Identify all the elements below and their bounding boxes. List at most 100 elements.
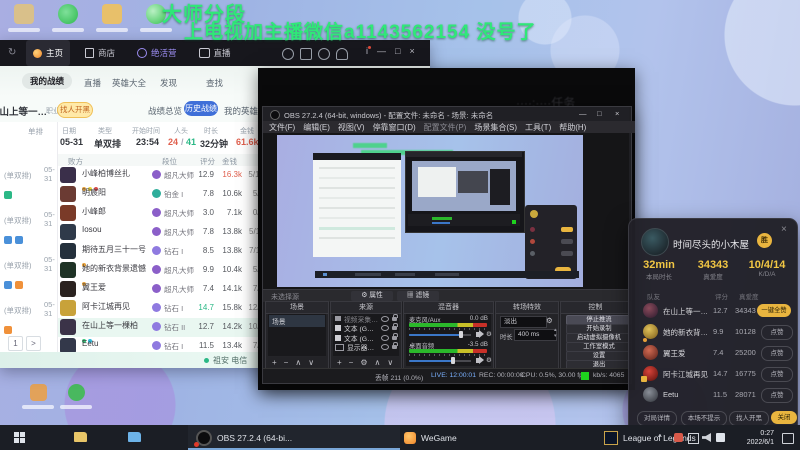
gear-icon[interactable]: ⚙ [486, 356, 492, 364]
lock-icon[interactable] [392, 332, 398, 340]
obs-titlebar[interactable]: OBS 27.2.4 (64-bit, windows) - 配置文件: 未命名… [263, 107, 629, 122]
obs-preview[interactable] [263, 133, 629, 289]
menu-edit[interactable]: 编辑(E) [303, 122, 330, 133]
page-number[interactable]: 1 [8, 336, 23, 351]
gear-icon[interactable]: ⚙ [546, 316, 553, 325]
refresh-icon[interactable]: ↻ [8, 47, 16, 58]
history-entry[interactable]: (单双排) 05-31 [4, 255, 55, 294]
desktop-shortcut[interactable] [50, 4, 86, 32]
panel-title[interactable]: 来源 [331, 302, 401, 314]
lock-icon[interactable] [392, 323, 398, 331]
find-team-button[interactable]: 找人开黑 [57, 102, 93, 118]
close-icon[interactable]: × [781, 224, 787, 235]
tab-home[interactable]: 主页 [26, 40, 71, 66]
menu-profile[interactable]: 配置文件(P) [424, 122, 467, 133]
folder-icon[interactable] [128, 432, 141, 442]
filters-button[interactable]: ▦ 滤镜 [397, 291, 439, 301]
visibility-icon[interactable] [381, 315, 389, 322]
spin-down-icon[interactable]: ▾ [554, 333, 557, 339]
slider-knob[interactable] [459, 331, 463, 338]
source-item[interactable]: 视频采集设备 [333, 313, 399, 324]
player-name[interactable]: 期待五月三十一号 [82, 244, 154, 255]
volume-slider[interactable] [409, 357, 471, 364]
menu-view[interactable]: 视图(V) [338, 122, 365, 133]
start-button[interactable] [14, 432, 25, 443]
overview-link[interactable]: 战绩总览 [148, 105, 182, 117]
visibility-icon[interactable] [381, 334, 389, 341]
player-name[interactable]: Eetu [82, 339, 154, 348]
lock-icon[interactable] [392, 342, 398, 350]
close-button[interactable]: × [409, 46, 414, 56]
taskbar-clock[interactable]: 0:27 2022/6/1 [730, 429, 774, 447]
move-up-icon[interactable]: ∧ [295, 358, 301, 367]
speaker-icon[interactable] [476, 356, 484, 364]
player-name[interactable]: 她的新衣背景遗憾 [82, 263, 154, 274]
subtab-my-matches[interactable]: 我的战绩 [22, 73, 72, 89]
headset-icon[interactable] [336, 48, 348, 60]
like-button[interactable]: 点赞 [761, 388, 793, 403]
menu-scene-collection[interactable]: 场景集合(S) [474, 122, 517, 133]
taskbar-app-obs[interactable]: OBS 27.2.4 (64-bi... [188, 425, 400, 450]
history-button[interactable]: 历史战绩 [184, 101, 218, 116]
taskbar-app-wegame[interactable]: WeGame [396, 425, 514, 450]
desktop-shortcut[interactable] [6, 4, 42, 32]
tab-live[interactable]: 直播 [192, 40, 238, 66]
minimize-button[interactable]: — [377, 46, 386, 56]
subtab-champions[interactable]: 英雄大全 [112, 77, 146, 89]
maximize-button[interactable]: □ [395, 46, 400, 56]
history-entry[interactable]: (单双排) 05-31 [4, 210, 55, 249]
action-center-icon[interactable] [782, 433, 794, 444]
download-icon[interactable] [300, 48, 312, 60]
match-details-button[interactable]: 对局详情 [637, 411, 677, 426]
maximize-button[interactable]: □ [597, 109, 602, 118]
remove-icon[interactable]: − [349, 358, 354, 367]
move-down-icon[interactable]: ∨ [387, 358, 393, 367]
find-team-button[interactable]: 找人开黑 [729, 411, 769, 426]
subtab-discover[interactable]: 发现 [160, 77, 177, 89]
like-all-button[interactable]: 一键全赞 [757, 304, 791, 317]
desktop-shortcut[interactable] [138, 4, 174, 32]
close-button[interactable]: × [615, 109, 619, 118]
gear-icon[interactable]: ⚙ [486, 330, 492, 338]
source-item[interactable]: 显示器采集 [333, 342, 399, 352]
duration-input[interactable]: 400 ms [514, 329, 557, 341]
hide-this-match-button[interactable]: 本场不提示 [681, 411, 727, 426]
desktop-shortcut[interactable] [94, 4, 130, 32]
player-name[interactable]: 翼王爱 [82, 282, 154, 293]
slider-knob[interactable] [451, 357, 455, 364]
tray-ime-icon[interactable] [716, 433, 725, 442]
tray-display-icon[interactable] [688, 433, 699, 444]
like-button[interactable]: 点赞 [761, 325, 793, 340]
tray-app-icon[interactable] [674, 433, 683, 442]
lock-icon[interactable] [392, 313, 398, 321]
history-entry[interactable]: (单双排) 05-31 [4, 300, 55, 339]
panel-title[interactable]: 混音器 [404, 302, 493, 314]
next-page-button[interactable]: > [26, 336, 41, 351]
properties-button[interactable]: ⚙ 属性 [351, 291, 393, 301]
player-name[interactable]: Iosou [82, 225, 154, 234]
tab-juehuo[interactable]: 绝活营 [130, 40, 184, 66]
speaker-icon[interactable] [476, 330, 484, 338]
member-icon[interactable] [282, 48, 294, 60]
visibility-icon[interactable] [381, 344, 389, 351]
tray-chevron-icon[interactable]: ^ [658, 433, 662, 442]
panel-title[interactable]: 控制 [561, 302, 630, 314]
player-name[interactable]: 明宸阳 [82, 187, 154, 198]
desktop-shortcut[interactable] [58, 384, 94, 409]
subtab-search[interactable]: 查找 [206, 77, 223, 89]
scene-item[interactable]: 场景 [269, 315, 325, 327]
minimize-button[interactable]: — [579, 109, 587, 118]
menu-help[interactable]: 帮助(H) [559, 122, 586, 133]
like-button[interactable]: 点赞 [761, 346, 793, 361]
source-item[interactable]: 文本 (GDI+) 2 [333, 332, 399, 343]
visibility-icon[interactable] [381, 325, 389, 332]
transition-select[interactable]: 淡出 [500, 316, 547, 328]
my-heroes-link[interactable]: 我的英雄 [224, 105, 258, 117]
menu-tools[interactable]: 工具(T) [525, 122, 551, 133]
subtab-live[interactable]: 直播 [84, 77, 101, 89]
player-name[interactable]: 阿卡江城再见 [82, 301, 154, 312]
gear-icon[interactable]: ⚙ [360, 358, 367, 367]
menu-docks[interactable]: 停靠窗口(D) [373, 122, 416, 133]
panel-title[interactable]: 场景 [266, 302, 328, 314]
menu-file[interactable]: 文件(F) [269, 122, 295, 133]
